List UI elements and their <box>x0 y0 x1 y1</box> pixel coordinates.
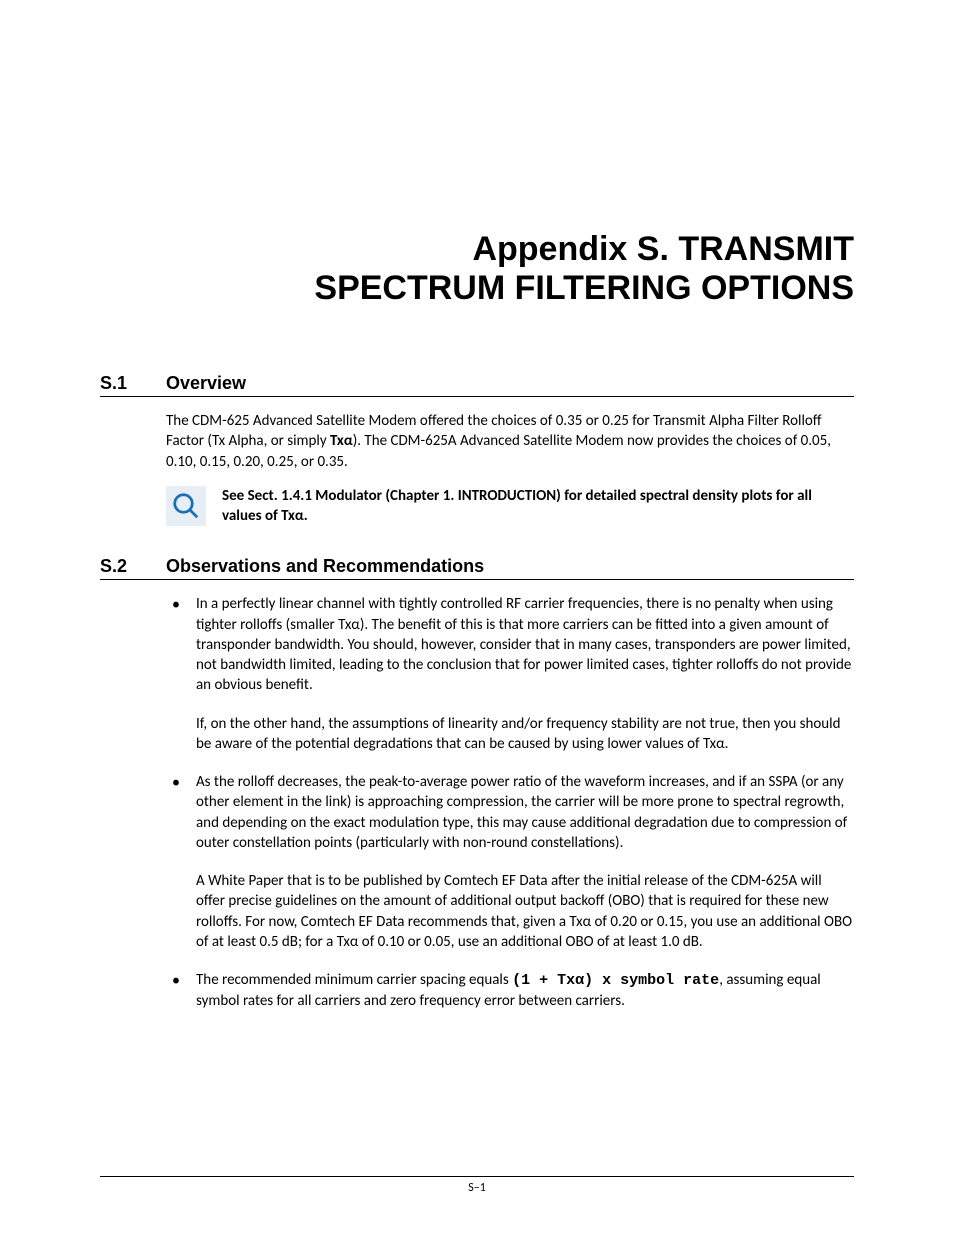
s1-paragraph: The CDM-625 Advanced Satellite Modem off… <box>166 411 854 472</box>
note-text: See Sect. 1.4.1 Modulator (Chapter 1. IN… <box>222 486 854 527</box>
bullet-list: In a perfectly linear channel with tight… <box>166 594 854 1011</box>
text-run-bold: Txα <box>330 432 353 450</box>
text-run-mono: (1 + Txα) x symbol rate <box>512 972 719 989</box>
section-title: Observations and Recommendations <box>166 556 484 577</box>
text-run: In a perfectly linear channel with tight… <box>196 595 851 694</box>
title-line2: SPECTRUM FILTERING OPTIONS <box>100 269 854 308</box>
section-number: S.1 <box>100 373 166 394</box>
title-line1: Appendix S. TRANSMIT <box>100 230 854 269</box>
section-title: Overview <box>166 373 246 394</box>
appendix-title: Appendix S. TRANSMIT SPECTRUM FILTERING … <box>100 230 854 308</box>
section-heading-s1: S.1 Overview <box>100 373 854 397</box>
note-callout: See Sect. 1.4.1 Modulator (Chapter 1. IN… <box>166 486 854 527</box>
list-item: As the rolloff decreases, the peak-to-av… <box>166 772 854 952</box>
list-item: The recommended minimum carrier spacing … <box>166 970 854 1012</box>
page-footer: S–1 <box>100 1176 854 1195</box>
magnifier-icon <box>166 486 206 526</box>
section-heading-s2: S.2 Observations and Recommendations <box>100 556 854 580</box>
text-run: If, on the other hand, the assumptions o… <box>196 714 854 755</box>
list-item: In a perfectly linear channel with tight… <box>166 594 854 754</box>
section-number: S.2 <box>100 556 166 577</box>
text-run: As the rolloff decreases, the peak-to-av… <box>196 773 847 852</box>
page-number: S–1 <box>468 1181 486 1195</box>
text-run: The recommended minimum carrier spacing … <box>196 971 512 989</box>
text-run: A White Paper that is to be published by… <box>196 871 854 952</box>
